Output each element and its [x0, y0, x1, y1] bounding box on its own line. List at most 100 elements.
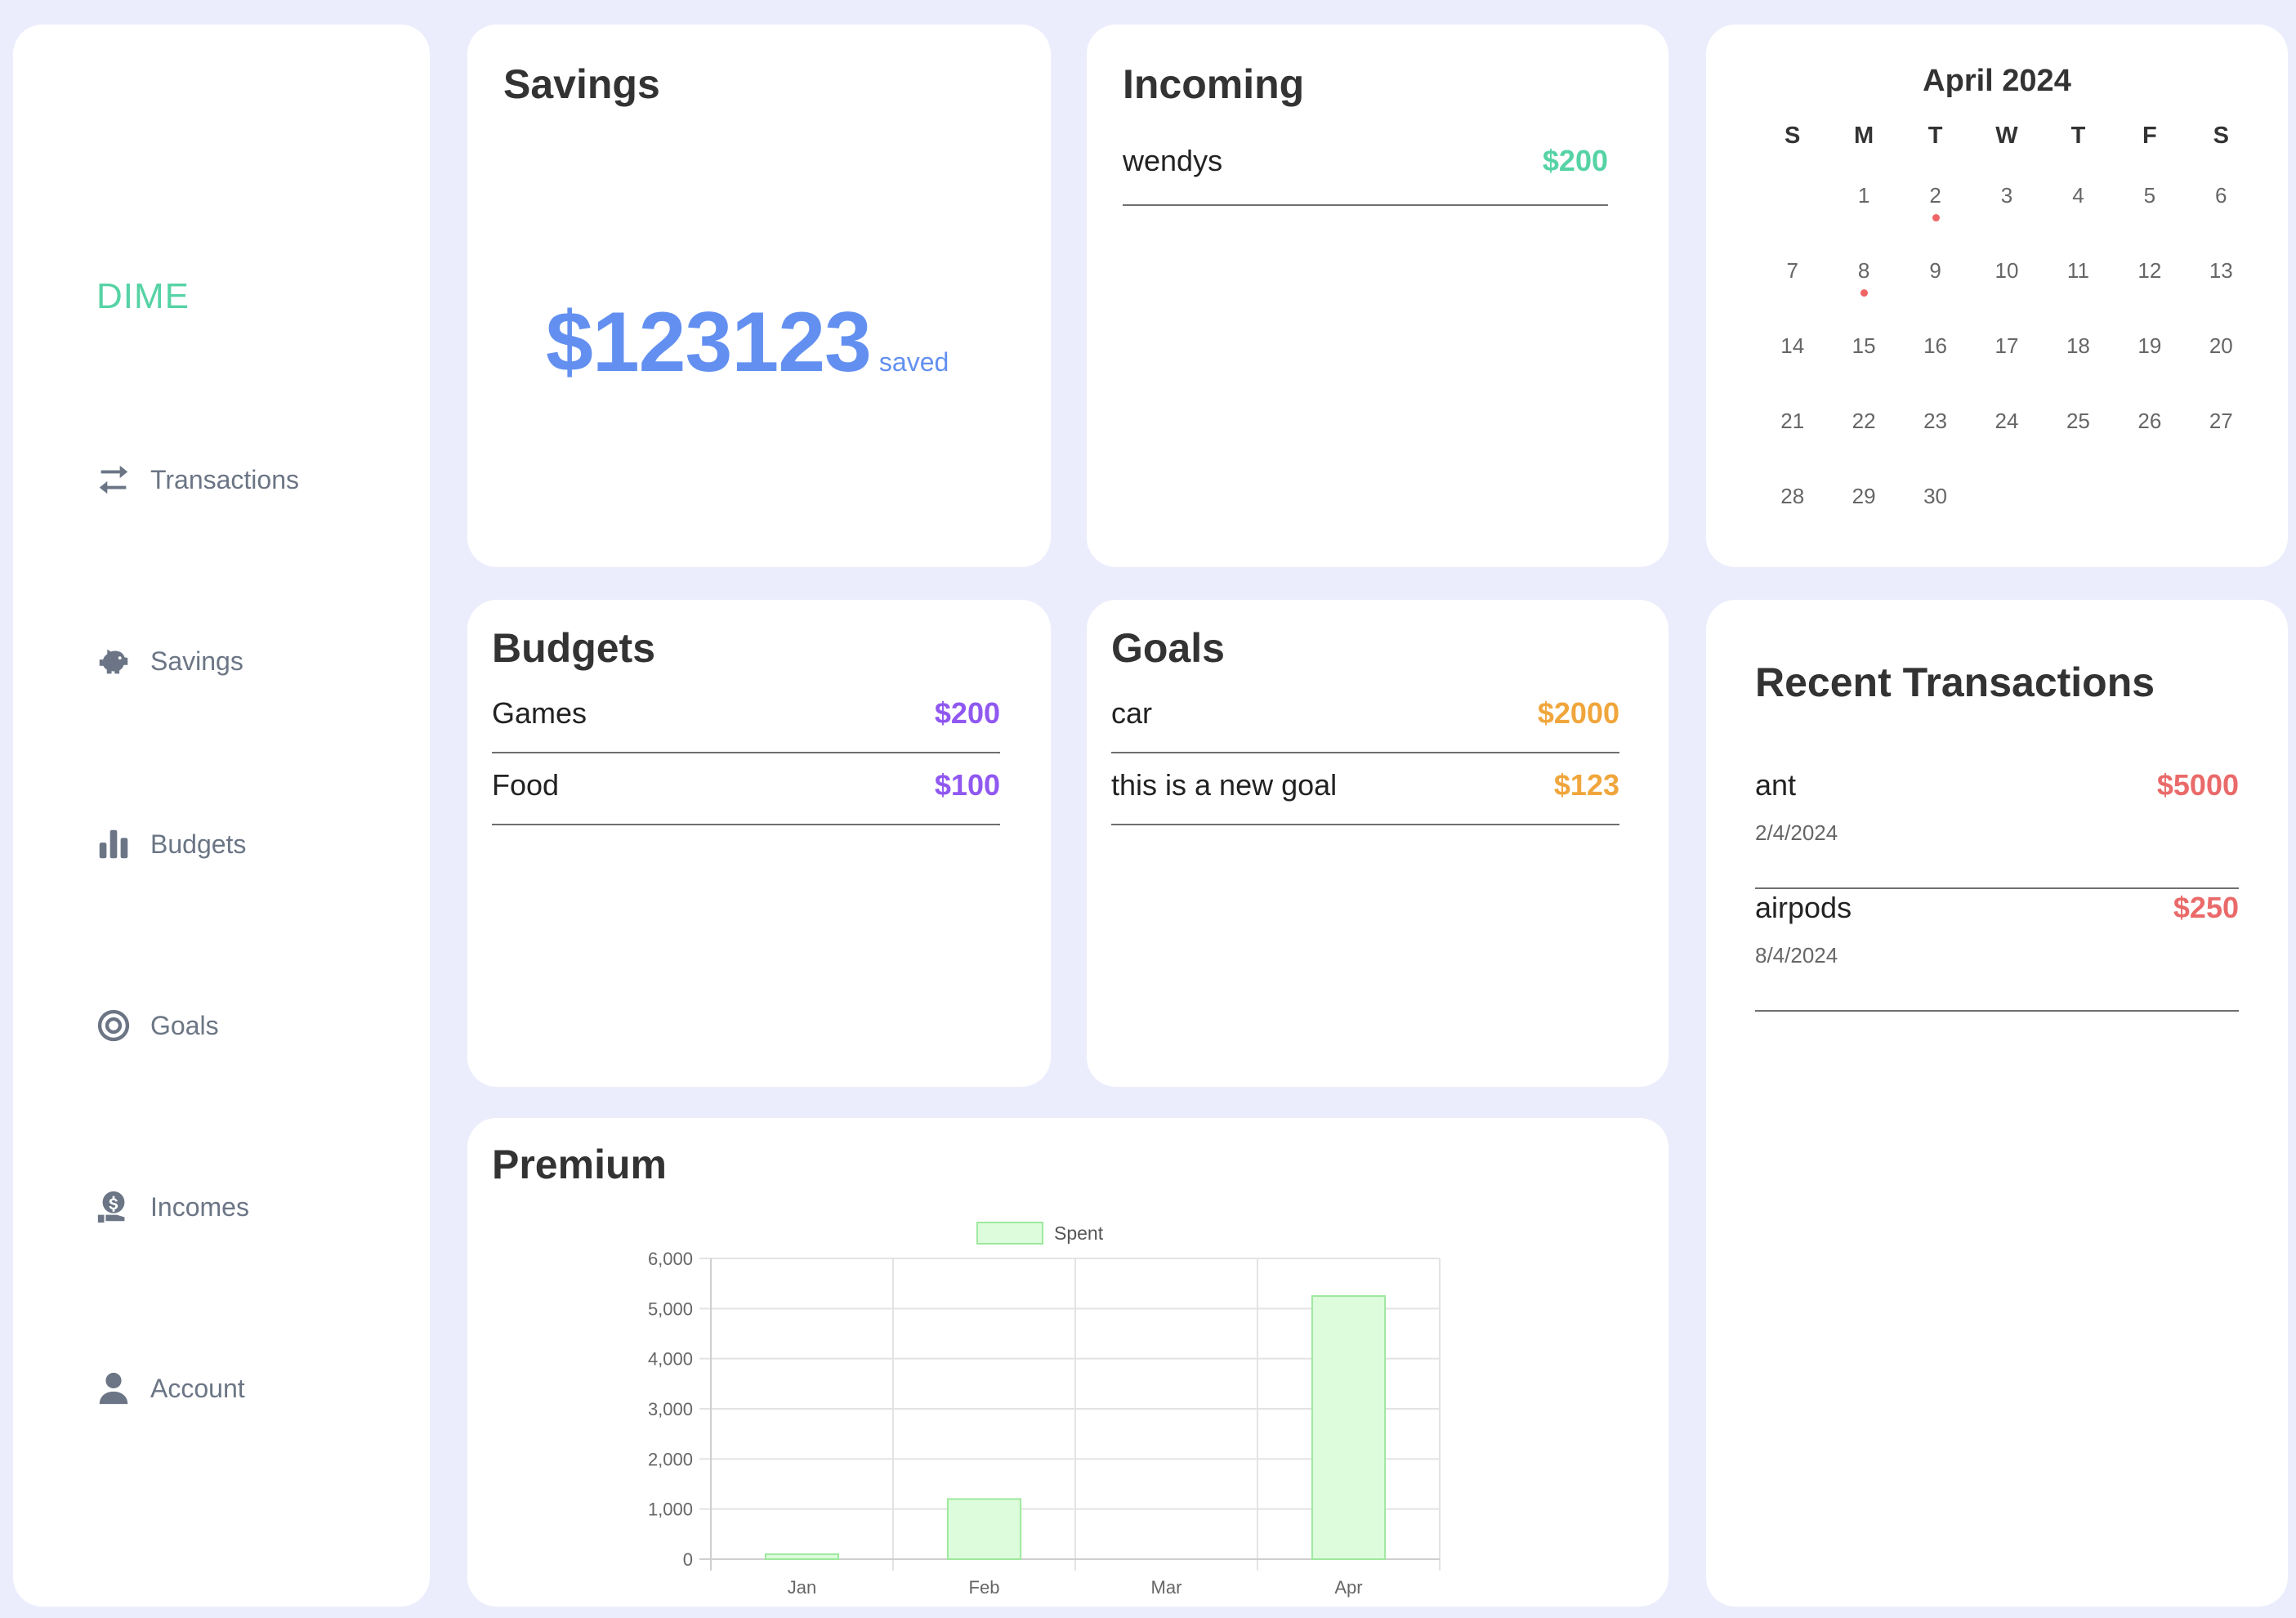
calendar-day[interactable]: 6: [2186, 180, 2257, 255]
x-tick-label: Mar: [1151, 1577, 1182, 1598]
money-hand-icon: [97, 1191, 125, 1223]
calendar-weekday: S: [2213, 123, 2229, 149]
transfer-icon: [99, 465, 128, 494]
calendar-day[interactable]: 11: [2043, 255, 2114, 330]
transaction-amount: $250: [2173, 891, 2239, 924]
piggy-bank-icon: [99, 649, 128, 674]
y-tick-label: 2,000: [648, 1449, 693, 1469]
target-icon: [97, 1009, 130, 1042]
nav-item-transactions[interactable]: Transactions: [95, 461, 299, 498]
transaction-amount: $5000: [2156, 768, 2239, 802]
transaction-date: 8/4/2024: [1755, 943, 1838, 968]
incoming-title: Incoming: [1123, 61, 1305, 107]
calendar-event-dot: [1860, 289, 1869, 297]
budget-label: Food: [492, 768, 560, 802]
legend-label: Spent: [1054, 1222, 1104, 1244]
calendar-day[interactable]: 28: [1757, 480, 1828, 556]
budget-amount: $100: [934, 768, 1000, 802]
calendar-weekday: W: [1995, 123, 2018, 149]
calendar-grid: S M T W T F S 1 2 3 4 5 6 7 8 9 10 11 12 13 14 15 16 17 18 19 20 21…: [1757, 123, 2257, 556]
calendar-day[interactable]: 21: [1757, 405, 1828, 480]
budgets-title: Budgets: [492, 625, 655, 671]
calendar-weekday: S: [1785, 123, 1801, 149]
calendar-weekday: T: [2070, 123, 2086, 149]
y-tick-label: 0: [683, 1549, 693, 1570]
user-icon: [99, 1372, 128, 1405]
bar-chart-icon: [99, 829, 128, 859]
calendar-day[interactable]: 16: [1900, 330, 1971, 405]
budget-amount: $200: [934, 696, 1000, 730]
nav-item-incomes[interactable]: Incomes: [95, 1188, 249, 1226]
calendar-day[interactable]: 17: [1971, 330, 2042, 405]
goals-card: Goals car $2000 this is a new goal $123: [1087, 600, 1668, 1087]
nav-item-account[interactable]: Account: [95, 1370, 245, 1407]
calendar-day[interactable]: 18: [2043, 330, 2114, 405]
y-tick-label: 4,000: [648, 1349, 693, 1370]
y-tick-label: 6,000: [648, 1249, 693, 1269]
x-tick-label: Apr: [1334, 1577, 1362, 1598]
calendar-day[interactable]: 23: [1900, 405, 1971, 480]
savings-suffix: saved: [878, 347, 949, 377]
goals-title: Goals: [1111, 625, 1225, 671]
spent-bar-chart: 0 1,000 2,000 3,000 4,000 5,000 6,000 Jan Feb Mar…: [648, 1222, 1441, 1598]
budget-label: Games: [492, 696, 587, 730]
bar-feb: [946, 1498, 1022, 1560]
nav-item-label: Savings: [150, 646, 243, 676]
calendar-day[interactable]: 24: [1971, 405, 2042, 480]
calendar-day[interactable]: 1: [1828, 180, 1899, 255]
calendar-day[interactable]: 29: [1828, 480, 1899, 556]
savings-amount: $123123: [546, 295, 872, 390]
incoming-row[interactable]: wendys $200: [1123, 144, 1608, 206]
calendar-day[interactable]: 8: [1828, 255, 1899, 330]
incoming-card: Incoming wendys $200: [1087, 25, 1668, 567]
incoming-amount: $200: [1542, 144, 1608, 177]
budgets-card: Budgets Games $200 Food $100: [467, 600, 1051, 1087]
goal-row[interactable]: car $2000: [1111, 696, 1619, 753]
calendar-title: April 2024: [1923, 64, 2071, 98]
calendar-weekday: T: [1927, 123, 1943, 149]
calendar-day[interactable]: 7: [1757, 255, 1828, 330]
calendar-day[interactable]: 19: [2114, 330, 2185, 405]
nav-item-label: Transactions: [150, 464, 299, 494]
calendar-day[interactable]: 22: [1828, 405, 1899, 480]
calendar-day[interactable]: 14: [1757, 330, 1828, 405]
nav-item-goals[interactable]: Goals: [95, 1007, 219, 1044]
y-tick-label: 3,000: [648, 1399, 693, 1419]
budget-row[interactable]: Games $200: [492, 696, 1000, 753]
goal-row[interactable]: this is a new goal $123: [1111, 768, 1619, 825]
nav-item-budgets[interactable]: Budgets: [95, 825, 246, 863]
savings-card: Savings $123123 saved: [467, 25, 1051, 567]
calendar-day[interactable]: 25: [2043, 405, 2114, 480]
calendar-day[interactable]: 5: [2114, 180, 2185, 255]
calendar-day[interactable]: 4: [2043, 180, 2114, 255]
calendar-day[interactable]: 10: [1971, 255, 2042, 330]
calendar-day[interactable]: 27: [2186, 405, 2257, 480]
calendar-day[interactable]: 2: [1900, 180, 1971, 255]
calendar-day[interactable]: 15: [1828, 330, 1899, 405]
calendar-day[interactable]: 9: [1900, 255, 1971, 330]
calendar-day[interactable]: 26: [2114, 405, 2185, 480]
budget-row[interactable]: Food $100: [492, 768, 1000, 825]
goal-label: car: [1111, 696, 1153, 730]
savings-total: $123123 saved: [546, 294, 949, 391]
transaction-row[interactable]: airpods $250 8/4/2024: [1755, 891, 2239, 1012]
calendar-day[interactable]: 20: [2186, 330, 2257, 405]
sidebar: DIME Transactions Savings Budgets Goals …: [13, 25, 430, 1607]
legend-swatch: [976, 1222, 1043, 1245]
x-tick-label: Feb: [969, 1577, 1000, 1598]
transaction-name: airpods: [1755, 891, 1852, 924]
calendar-day[interactable]: 3: [1971, 180, 2042, 255]
calendar-day[interactable]: 12: [2114, 255, 2185, 330]
nav-item-label: Goals: [150, 1010, 219, 1040]
calendar-day[interactable]: 13: [2186, 255, 2257, 330]
recent-title: Recent Transactions: [1755, 659, 2155, 705]
nav-item-savings[interactable]: Savings: [95, 642, 243, 680]
brand-logo[interactable]: DIME: [96, 276, 190, 317]
calendar-day[interactable]: 30: [1900, 480, 1971, 556]
x-tick-label: Jan: [788, 1577, 816, 1598]
transaction-row[interactable]: ant $5000 2/4/2024: [1755, 768, 2239, 889]
goal-label: this is a new goal: [1111, 768, 1338, 802]
y-tick-label: 1,000: [648, 1500, 693, 1520]
calendar-card: April 2024 S M T W T F S 1 2 3 4 5 6 7 8 9 10 11 12 13 14 15 1…: [1706, 25, 2288, 567]
bar-jan: [764, 1553, 840, 1560]
